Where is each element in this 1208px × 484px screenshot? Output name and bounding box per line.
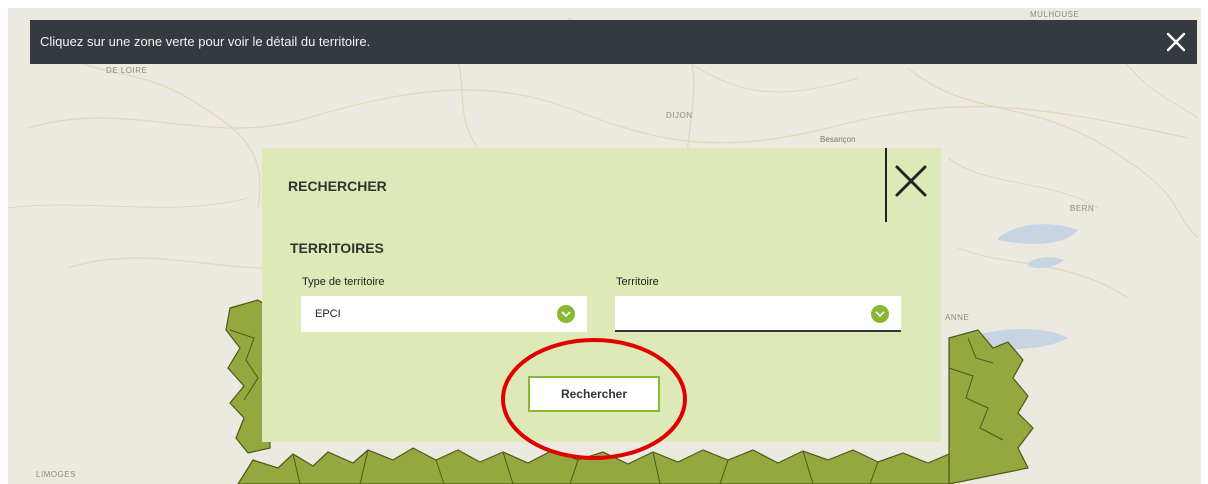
territory-select[interactable] [615,296,901,332]
close-icon [895,165,927,197]
app-frame: MULHOUSE DE LOIRE DIJON Besançon BERN AN… [0,0,1208,484]
chevron-down-icon [875,311,885,318]
notice-text: Cliquez sur une zone verte pour voir le … [40,34,371,49]
select-arrow [557,305,575,323]
map-label-bern: BERN [1070,204,1095,213]
modal-title: RECHERCHER [288,178,387,194]
notice-close-button[interactable] [1163,28,1189,56]
search-button[interactable]: Rechercher [528,376,660,412]
chevron-down-icon [561,311,571,318]
map-label-mulhouse: MULHOUSE [1030,10,1080,19]
select-arrow [871,305,889,323]
territory-label: Territoire [616,276,659,288]
map-label-lausanne: ANNE [945,313,970,322]
type-territory-select[interactable]: EPCI [301,296,587,332]
type-territory-label: Type de territoire [302,276,385,288]
map-label-dijon: DIJON [666,111,693,120]
map-label-limoges: LIMOGES [36,470,76,479]
map-label-besancon: Besançon [820,135,856,144]
modal-close-button[interactable] [885,148,941,222]
type-territory-value: EPCI [315,308,341,320]
notice-bar: Cliquez sur une zone verte pour voir le … [30,20,1197,64]
close-icon [1166,32,1186,52]
map-label-de-loire: DE LOIRE [106,66,148,75]
section-title-territoires: TERRITOIRES [290,240,384,256]
search-modal: RECHERCHER TERRITOIRES Type de territoir… [262,148,941,442]
